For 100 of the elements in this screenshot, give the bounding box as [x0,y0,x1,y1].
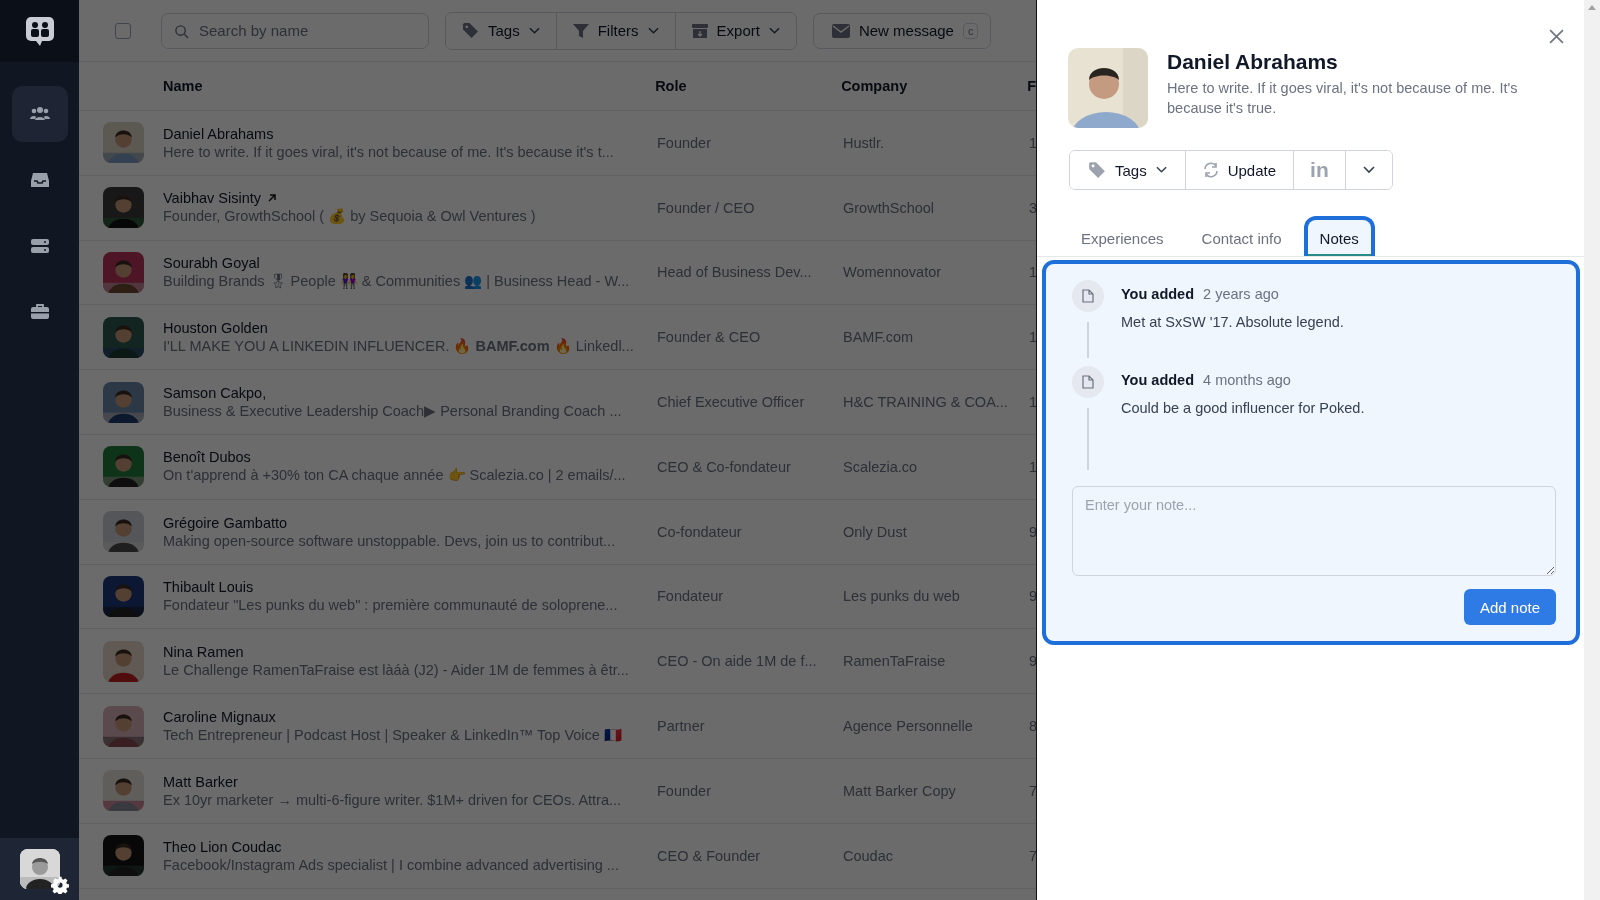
table-cell: 9 [1029,653,1036,670]
note-time: 4 months ago [1203,372,1291,388]
external-link-icon[interactable] [267,193,278,204]
table-cell-text: CEO & Founder [657,847,762,864]
note-time: 2 years ago [1203,286,1279,302]
table-cell-text: Matt Barker Copy [843,782,957,799]
table-cell-text: Coudac [843,847,894,864]
contact-name[interactable]: Theo Lion Coudac [163,838,282,855]
chevron-down-icon [768,26,780,35]
archive-icon [691,22,708,39]
document-icon [1072,366,1104,398]
table-cell-text: Head of Business Dev... [657,264,813,281]
contact-name[interactable]: Benoît Dubos [163,449,251,466]
contact-name[interactable]: Matt Barker [163,773,238,790]
table-cell: 1 [1029,134,1036,151]
user-avatar[interactable] [19,849,60,889]
contact-headline: Building Brands 🎖 People 👭 & Communities 👥 | Business Head - W... [163,273,631,290]
contact-headline: Here to write. If it goes viral, it's not because of me. It's because it's true. [1167,79,1519,118]
settings-icon[interactable] [51,876,69,894]
tag-icon [462,22,479,39]
table-cell: 8 [1029,718,1036,735]
envelope-icon [831,23,850,38]
contact-headline: Ex 10yr marketer → multi-6-figure writer. $1M+ driven for CEOs. Attra... [163,791,623,808]
search-field[interactable]: Search by name [161,12,429,49]
contact-headline: Le Challenge RamenTaFraise est làáà (J2) - Aider 1M de femmes à êtr... [163,662,630,679]
search-icon [174,23,189,39]
tab[interactable]: Notes [1303,216,1375,256]
table-cell-text: Scalezia.co [843,458,919,475]
server-icon [30,238,49,254]
table-cell-text: GrowthSchool [843,199,936,216]
table-cell: 1 [1029,264,1036,281]
contact-name[interactable]: Sourabh Goyal [163,255,260,271]
tab[interactable]: Contact info [1185,216,1298,256]
scrollbar[interactable] [1584,0,1600,900]
table-cell-text: Founder [657,134,712,151]
chevron-down-icon [528,26,540,35]
tag-icon [1088,161,1106,179]
contact-name[interactable]: Samson Cakpo, [163,385,267,402]
document-icon [1072,280,1104,312]
people-icon [29,106,50,122]
contact-name[interactable]: Houston Golden [163,319,268,336]
chevron-down-icon [1155,166,1167,174]
table-cell: 1 [1029,394,1036,411]
column-header[interactable]: Company [841,78,1028,94]
column-header[interactable]: F [1027,78,1036,94]
table-cell-text: Hustlr. [843,134,886,151]
table-cell: 7 [1029,847,1036,864]
table-cell-text: Chief Executive Officer [657,394,806,411]
contact-headline: Here to write. If it goes viral, it's not because of me. It's because it's t... [163,143,615,160]
select-all-checkbox[interactable] [115,22,131,39]
contact-name[interactable]: Daniel Abrahams [163,125,274,142]
logo-icon[interactable] [23,15,56,47]
contact-name[interactable]: Thibault Louis [163,579,254,596]
chevron-down-icon [1362,166,1375,174]
table-cell: 9 [1029,588,1036,605]
note-author: You added [1121,286,1195,302]
table-cell-text: Womennovator [843,264,943,281]
export-button[interactable]: Export [674,12,796,49]
table-cell-text: Founder [657,782,712,799]
table-cell-text: CEO - On aide 1M de f... [657,653,818,670]
contact-headline: On t'apprend à +30% ton CA chaque année 👉 Scalezia.co | 2 emails/... [163,467,627,485]
table-cell: 3 [1029,199,1036,216]
chevron-down-icon [647,26,659,35]
note-input[interactable]: Enter your note... [1072,486,1556,576]
table-cell-text: Only Dust [843,523,908,540]
table-cell-text: Fondateur [657,588,725,605]
inbox-icon [30,172,49,188]
briefcase-icon [30,304,49,320]
column-header[interactable]: Name [163,78,656,94]
contact-name[interactable]: Vaibhav Sisinty [163,190,262,207]
contact-name[interactable]: Caroline Mignaux [163,708,276,725]
note-author: You added [1121,372,1195,388]
contact-name: Daniel Abrahams [1167,50,1339,74]
table-cell-text: Les punks du web [843,588,961,605]
contact-headline: Tech Entrepreneur | Podcast Host | Speaker & LinkedIn™ Top Voice 🇫🇷 [163,726,623,744]
table-cell-text: CEO & Co-fondateur [657,458,792,475]
nav-item[interactable] [11,86,68,142]
column-header[interactable]: Role [655,78,842,94]
tab[interactable]: Experiences [1065,216,1180,256]
close-icon[interactable] [1549,29,1564,44]
table-cell: 9 [1029,523,1036,540]
table-cell-text: Co-fondateur [657,523,743,540]
table-cell-text: Partner [657,718,706,735]
table-cell-text: Founder & CEO [657,329,762,346]
table-cell-text: Founder / CEO [657,199,756,216]
note-text: Met at SxSW '17. Absolute legend. [1121,314,1344,330]
backdrop[interactable] [79,0,1036,900]
contact-headline: Business & Executive Leadership Coach▶ Personal Branding Coach ... [163,403,623,420]
table-cell: 7 [1029,782,1036,799]
table-cell: 1 [1029,329,1036,346]
contact-name[interactable]: Nina Ramen [163,644,244,661]
table-cell-text: H&C TRAINING & COA... [843,394,1009,411]
note-text: Could be a good influencer for Poked. [1121,400,1365,416]
contact-headline: Founder, GrowthSchool ( 💰 by Sequoia & Owl Ventures ) [163,208,537,226]
table-cell-text: Agence Personnelle [843,718,974,735]
contact-headline: I'LL MAKE YOU A LINKEDIN INFLUENCER. 🔥 BAMF.com 🔥 Linkedl... [163,337,635,355]
contact-name[interactable]: Grégoire Gambatto [163,514,288,531]
refresh-icon [1202,162,1219,178]
table-cell: 1 [1029,458,1036,475]
add-note-button[interactable]: Add note [1463,589,1556,625]
